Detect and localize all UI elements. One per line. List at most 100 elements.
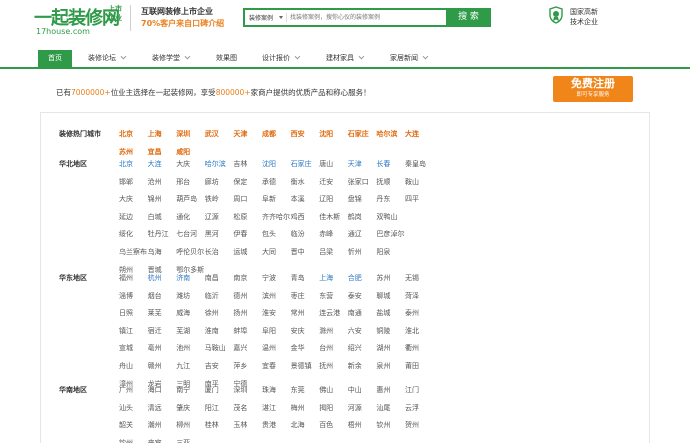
- city-link[interactable]: 葫芦岛: [176, 194, 197, 204]
- city-link[interactable]: 南通: [348, 308, 362, 318]
- city-link[interactable]: 九江: [176, 361, 190, 371]
- city-link[interactable]: 合肥: [348, 273, 362, 283]
- city-link[interactable]: 滨州: [262, 291, 276, 301]
- city-link[interactable]: 湛江: [262, 403, 276, 413]
- city-link[interactable]: 宁波: [262, 273, 276, 283]
- city-link[interactable]: 萍乡: [233, 361, 247, 371]
- nav-news[interactable]: 家居新闻: [390, 50, 429, 67]
- city-link[interactable]: 景德镇: [291, 361, 312, 371]
- city-link[interactable]: 镇江: [119, 326, 133, 336]
- city-link[interactable]: 大庆: [119, 194, 133, 204]
- city-link[interactable]: 徐州: [205, 308, 219, 318]
- city-link[interactable]: 邯郸: [119, 177, 133, 187]
- city-link[interactable]: 淮南: [205, 326, 219, 336]
- city-link[interactable]: 松原: [233, 212, 247, 222]
- city-link[interactable]: 泉州: [376, 361, 390, 371]
- city-link[interactable]: 钦州: [376, 420, 390, 430]
- city-link[interactable]: 阜阳: [262, 326, 276, 336]
- city-link[interactable]: 上海: [148, 129, 162, 139]
- city-link[interactable]: 泰州: [405, 308, 419, 318]
- city-link[interactable]: 肇庆: [176, 403, 190, 413]
- city-link[interactable]: 东营: [319, 291, 333, 301]
- city-link[interactable]: 阜新: [262, 194, 276, 204]
- city-link[interactable]: 沈阳: [319, 129, 333, 139]
- city-link[interactable]: 青岛: [291, 273, 305, 283]
- city-link[interactable]: 来宾: [148, 438, 162, 443]
- city-link[interactable]: 咸阳: [176, 147, 190, 157]
- city-link[interactable]: 天津: [348, 159, 362, 169]
- city-link[interactable]: 玉林: [233, 420, 247, 430]
- city-link[interactable]: 潮州: [148, 420, 162, 430]
- city-link[interactable]: 周口: [233, 194, 247, 204]
- city-link[interactable]: 贵港: [262, 420, 276, 430]
- city-link[interactable]: 池州: [176, 343, 190, 353]
- city-link[interactable]: 连云港: [319, 308, 340, 318]
- city-link[interactable]: 惠州: [376, 385, 390, 395]
- city-link[interactable]: 蚌埠: [233, 326, 247, 336]
- city-link[interactable]: 苏州: [119, 147, 133, 157]
- city-link[interactable]: 保定: [233, 177, 247, 187]
- city-link[interactable]: 铁岭: [205, 194, 219, 204]
- city-link[interactable]: 南宁: [176, 385, 190, 395]
- city-link[interactable]: 迁安: [319, 177, 333, 187]
- city-link[interactable]: 莱芜: [148, 308, 162, 318]
- city-link[interactable]: 阳江: [205, 403, 219, 413]
- city-link[interactable]: 德州: [233, 291, 247, 301]
- city-link[interactable]: 福州: [119, 273, 133, 283]
- city-link[interactable]: 辽阳: [319, 194, 333, 204]
- city-link[interactable]: 济南: [176, 273, 190, 283]
- city-link[interactable]: 通辽: [348, 229, 362, 239]
- nav-design-quote[interactable]: 设计报价: [262, 50, 301, 67]
- nav-school[interactable]: 装修学堂: [152, 50, 191, 67]
- city-link[interactable]: 北海: [291, 420, 305, 430]
- city-link[interactable]: 汕尾: [376, 403, 390, 413]
- city-link[interactable]: 长春: [376, 159, 390, 169]
- city-link[interactable]: 秦皇岛: [405, 159, 426, 169]
- city-link[interactable]: 吕梁: [319, 247, 333, 257]
- city-link[interactable]: 七台河: [176, 229, 197, 239]
- search-category-select[interactable]: 装修案例: [249, 13, 273, 22]
- city-link[interactable]: 梧州: [348, 420, 362, 430]
- city-link[interactable]: 钦州: [119, 438, 133, 443]
- site-logo[interactable]: 一起装修网 17house.com: [34, 2, 120, 38]
- city-link[interactable]: 芜湖: [176, 326, 190, 336]
- city-link[interactable]: 中山: [348, 385, 362, 395]
- city-link[interactable]: 潍坊: [176, 291, 190, 301]
- city-link[interactable]: 临沂: [205, 291, 219, 301]
- city-link[interactable]: 桂林: [205, 420, 219, 430]
- city-link[interactable]: 海口: [148, 385, 162, 395]
- city-link[interactable]: 亳州: [148, 343, 162, 353]
- city-link[interactable]: 盘锦: [348, 194, 362, 204]
- city-link[interactable]: 长治: [205, 247, 219, 257]
- city-link[interactable]: 张家口: [348, 177, 369, 187]
- city-link[interactable]: 新余: [348, 361, 362, 371]
- city-link[interactable]: 江门: [405, 385, 419, 395]
- city-link[interactable]: 双鸭山: [376, 212, 397, 222]
- city-link[interactable]: 上海: [319, 273, 333, 283]
- city-link[interactable]: 成都: [262, 129, 276, 139]
- city-link[interactable]: 清远: [148, 403, 162, 413]
- city-link[interactable]: 西安: [291, 129, 305, 139]
- city-link[interactable]: 哈尔滨: [205, 159, 226, 169]
- city-link[interactable]: 莆田: [405, 361, 419, 371]
- city-link[interactable]: 石家庄: [291, 159, 312, 169]
- city-link[interactable]: 枣庄: [291, 291, 305, 301]
- city-link[interactable]: 无锡: [405, 273, 419, 283]
- city-link[interactable]: 汕头: [119, 403, 133, 413]
- city-link[interactable]: 佳木斯: [319, 212, 340, 222]
- city-link[interactable]: 锦州: [148, 194, 162, 204]
- city-link[interactable]: 齐齐哈尔: [262, 212, 290, 222]
- city-link[interactable]: 温州: [262, 343, 276, 353]
- city-link[interactable]: 东莞: [291, 385, 305, 395]
- city-link[interactable]: 沈阳: [262, 159, 276, 169]
- city-link[interactable]: 聊城: [376, 291, 390, 301]
- city-link[interactable]: 菏泽: [405, 291, 419, 301]
- city-link[interactable]: 阳泉: [376, 247, 390, 257]
- nav-gallery[interactable]: 效果图: [216, 50, 237, 67]
- city-link[interactable]: 呼伦贝尔: [176, 247, 204, 257]
- city-link[interactable]: 伊春: [233, 229, 247, 239]
- city-link[interactable]: 鞍山: [405, 177, 419, 187]
- city-link[interactable]: 淄博: [119, 291, 133, 301]
- city-link[interactable]: 邢台: [176, 177, 190, 187]
- city-link[interactable]: 铜陵: [376, 326, 390, 336]
